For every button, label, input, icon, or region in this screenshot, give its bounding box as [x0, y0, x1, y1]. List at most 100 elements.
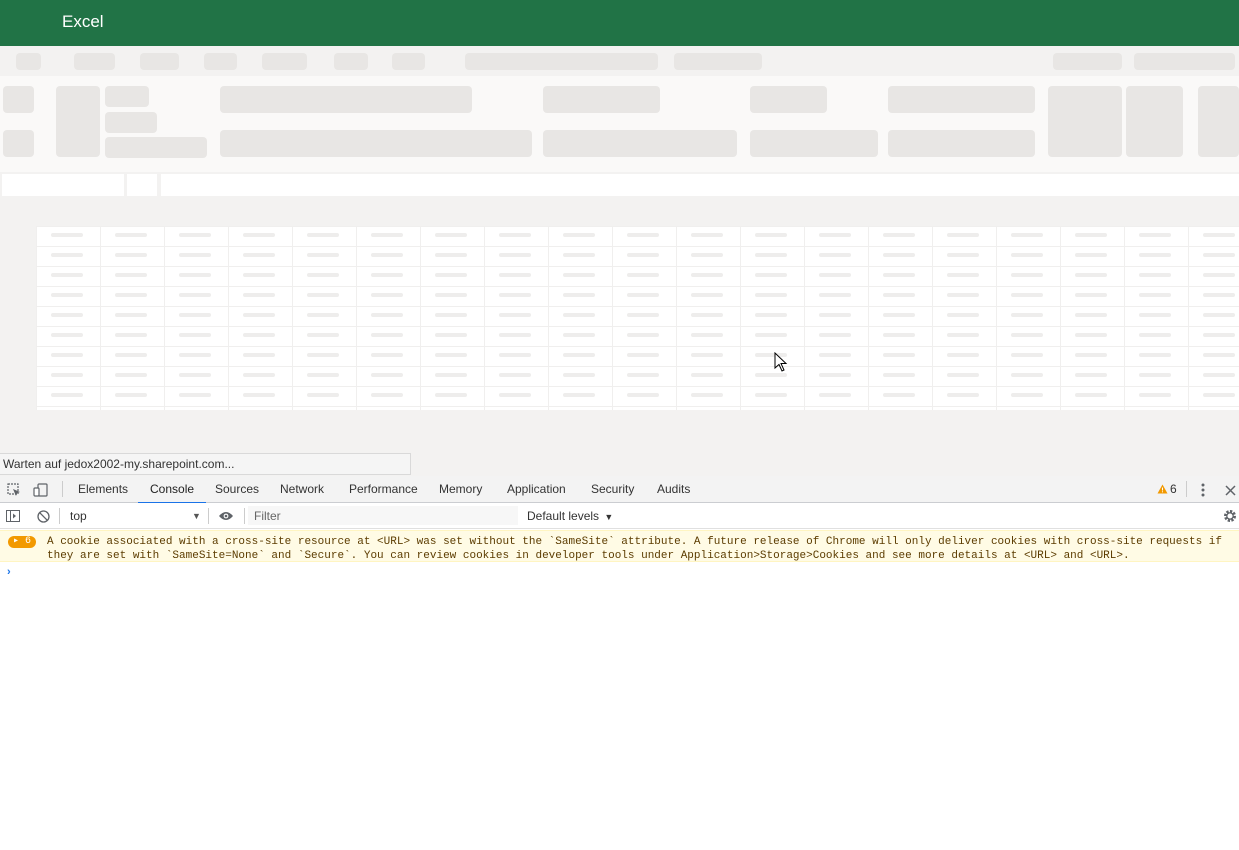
cell-placeholder — [1075, 313, 1107, 317]
cell-placeholder — [947, 253, 979, 257]
cell-placeholder — [115, 293, 147, 297]
cell-placeholder — [755, 393, 787, 397]
cell-placeholder — [691, 333, 723, 337]
cell-placeholder — [947, 373, 979, 377]
cell-placeholder — [627, 353, 659, 357]
cell-placeholder — [115, 313, 147, 317]
cell-placeholder — [947, 333, 979, 337]
cell-placeholder — [1011, 333, 1043, 337]
cell-placeholder — [1011, 373, 1043, 377]
cell-placeholder — [691, 393, 723, 397]
cell-placeholder — [1075, 353, 1107, 357]
cell-placeholder — [307, 373, 339, 377]
cell-placeholder — [371, 233, 403, 237]
tabbar-separator-right — [1186, 481, 1187, 497]
cell-placeholder — [115, 393, 147, 397]
cell-placeholder — [883, 233, 915, 237]
cell-placeholder — [179, 373, 211, 377]
cell-placeholder — [115, 253, 147, 257]
inspect-element-icon[interactable] — [5, 481, 23, 499]
cell-placeholder — [307, 253, 339, 257]
cell-placeholder — [499, 393, 531, 397]
cell-placeholder — [371, 293, 403, 297]
tab-security[interactable]: Security — [591, 476, 634, 502]
cell-placeholder — [755, 293, 787, 297]
cell-placeholder — [115, 353, 147, 357]
devtools-tab-bar: Elements Console Sources Network Perform… — [0, 476, 1239, 504]
console-warning-message: ▸ 6 A cookie associated with a cross-sit… — [0, 530, 1239, 562]
spreadsheet-grid-placeholder — [36, 226, 1239, 410]
cell-placeholder — [947, 313, 979, 317]
tab-sources[interactable]: Sources — [215, 476, 259, 502]
cell-placeholder — [115, 373, 147, 377]
cell-placeholder — [307, 313, 339, 317]
console-message-text: A cookie associated with a cross-site re… — [47, 536, 1229, 562]
cell-placeholder — [307, 233, 339, 237]
clear-console-icon[interactable] — [34, 507, 52, 525]
devtools-panel: Elements Console Sources Network Perform… — [0, 476, 1239, 850]
cell-placeholder — [179, 273, 211, 277]
cell-placeholder — [243, 313, 275, 317]
mouse-cursor-icon — [774, 352, 788, 372]
toolbar-separator — [59, 508, 60, 524]
cell-placeholder — [1139, 313, 1171, 317]
cell-placeholder — [371, 333, 403, 337]
cell-placeholder — [883, 313, 915, 317]
cell-placeholder — [1139, 333, 1171, 337]
cell-placeholder — [1139, 373, 1171, 377]
device-toolbar-icon[interactable] — [32, 481, 50, 499]
tab-elements[interactable]: Elements — [78, 476, 128, 502]
tab-memory[interactable]: Memory — [439, 476, 482, 502]
tab-console[interactable]: Console — [138, 476, 207, 504]
cell-placeholder — [1075, 233, 1107, 237]
cell-placeholder — [563, 293, 595, 297]
cell-placeholder — [435, 313, 467, 317]
show-sidebar-icon[interactable] — [4, 507, 22, 525]
cell-placeholder — [51, 333, 83, 337]
log-levels-dropdown[interactable]: Default levels ▼ — [527, 506, 613, 526]
tab-network[interactable]: Network — [280, 476, 324, 502]
live-expression-eye-icon[interactable] — [216, 507, 236, 525]
cell-placeholder — [883, 373, 915, 377]
close-devtools-icon[interactable] — [1222, 481, 1238, 499]
console-prompt-chevron-icon[interactable]: › — [7, 566, 11, 578]
cell-placeholder — [51, 293, 83, 297]
cell-placeholder — [1075, 293, 1107, 297]
cell-placeholder — [179, 253, 211, 257]
cell-placeholder — [947, 233, 979, 237]
tab-audits[interactable]: Audits — [657, 476, 690, 502]
cell-placeholder — [243, 333, 275, 337]
cell-placeholder — [947, 393, 979, 397]
cell-placeholder — [1203, 313, 1235, 317]
cell-placeholder — [563, 313, 595, 317]
more-options-icon[interactable] — [1195, 481, 1211, 499]
cell-placeholder — [435, 353, 467, 357]
cell-placeholder — [1011, 233, 1043, 237]
cell-placeholder — [819, 393, 851, 397]
warning-counter[interactable]: 6 — [1157, 482, 1177, 496]
cell-placeholder — [1139, 393, 1171, 397]
toolbar-separator — [208, 508, 209, 524]
context-selector[interactable]: top ▼ — [62, 506, 206, 526]
message-repeat-badge[interactable]: ▸ 6 — [8, 536, 37, 548]
cell-placeholder — [819, 313, 851, 317]
cell-placeholder — [435, 393, 467, 397]
console-filter-input[interactable] — [248, 506, 518, 525]
cell-placeholder — [563, 393, 595, 397]
tab-application[interactable]: Application — [507, 476, 566, 502]
cell-placeholder — [1139, 273, 1171, 277]
browser-status-bar: Warten auf jedox2002-my.sharepoint.com..… — [0, 453, 411, 475]
cell-placeholder — [691, 233, 723, 237]
warning-count: 6 — [1170, 482, 1177, 496]
cell-placeholder — [499, 373, 531, 377]
cell-placeholder — [947, 353, 979, 357]
cell-placeholder — [819, 333, 851, 337]
cell-placeholder — [819, 253, 851, 257]
console-settings-gear-icon[interactable] — [1221, 507, 1239, 525]
cell-placeholder — [1203, 333, 1235, 337]
cell-placeholder — [819, 273, 851, 277]
cell-placeholder — [691, 293, 723, 297]
cell-placeholder — [179, 233, 211, 237]
tab-performance[interactable]: Performance — [349, 476, 418, 502]
cell-placeholder — [563, 273, 595, 277]
